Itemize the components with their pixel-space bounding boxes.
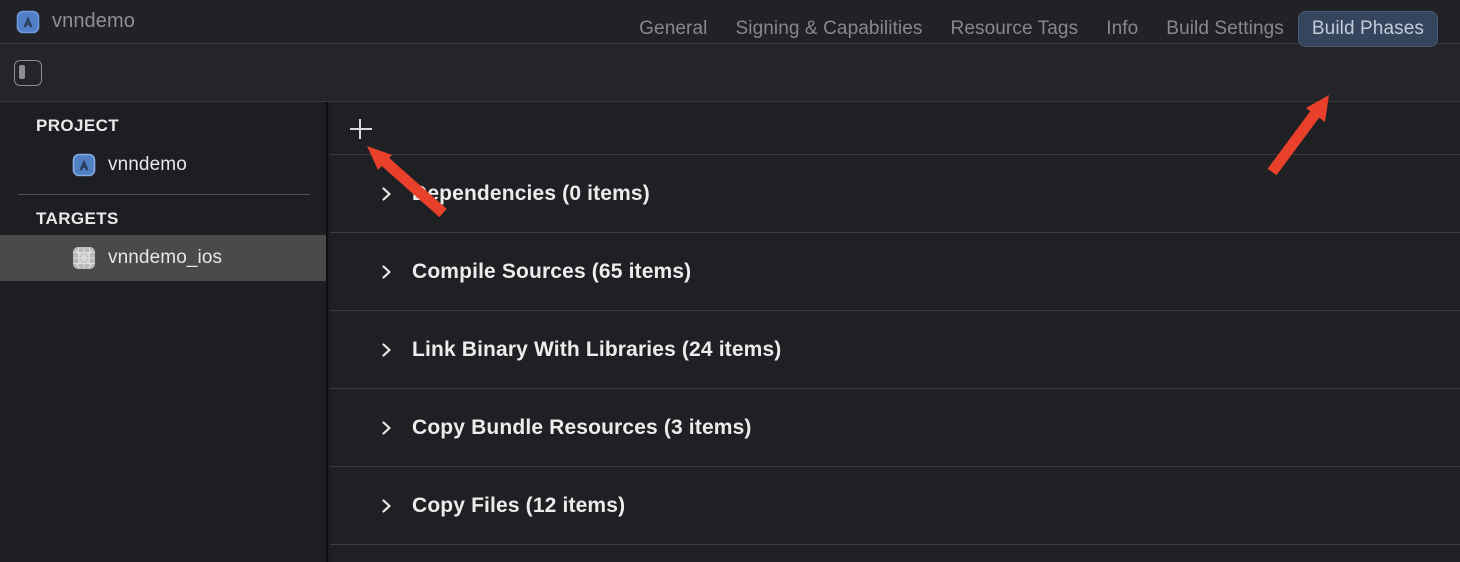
- build-phase-row-compile-sources[interactable]: Compile Sources (65 items): [330, 233, 1460, 311]
- build-phase-row-dependencies[interactable]: Dependencies (0 items): [330, 155, 1460, 233]
- appstore-icon: [16, 10, 40, 34]
- sidebar-item-project-vnndemo[interactable]: vnndemo: [0, 142, 326, 188]
- build-phase-label: Link Binary With Libraries (24 items): [412, 337, 782, 361]
- xcode-project-editor-window: vnndemo General Signing & Capabilities R…: [0, 0, 1460, 562]
- chevron-right-icon[interactable]: [380, 186, 394, 202]
- sidebar-item-label: vnndemo: [108, 154, 187, 175]
- build-phases-pane: Dependencies (0 items) Compile Sources (…: [330, 102, 1460, 562]
- build-phase-row-link-binary-with-libraries[interactable]: Link Binary With Libraries (24 items): [330, 311, 1460, 389]
- tab-general[interactable]: General: [625, 11, 721, 47]
- add-build-phase-button[interactable]: [346, 114, 376, 144]
- plus-icon-vertical: [359, 119, 361, 139]
- tab-list: General Signing & Capabilities Resource …: [625, 0, 1438, 58]
- build-phase-row-copy-files[interactable]: Copy Files (12 items): [330, 467, 1460, 545]
- chevron-right-icon[interactable]: [380, 498, 394, 514]
- build-phases-toolbar: [330, 102, 1460, 155]
- sidebar-toggle-icon[interactable]: [14, 60, 42, 86]
- build-phase-label: Dependencies (0 items): [412, 181, 650, 205]
- sidebar-item-label: vnndemo_ios: [108, 247, 223, 268]
- tab-build-settings[interactable]: Build Settings: [1152, 11, 1298, 47]
- tab-build-phases[interactable]: Build Phases: [1297, 11, 1438, 47]
- chevron-right-icon[interactable]: [380, 420, 394, 436]
- plus-icon: [350, 128, 372, 130]
- sidebar-toggle-bar: [19, 65, 25, 79]
- window-title: vnndemo: [52, 10, 135, 32]
- chevron-right-icon[interactable]: [380, 342, 394, 358]
- chevron-right-icon[interactable]: [380, 264, 394, 280]
- build-phase-row-copy-bundle-resources[interactable]: Copy Bundle Resources (3 items): [330, 389, 1460, 467]
- tab-resource-tags[interactable]: Resource Tags: [937, 11, 1093, 47]
- sidebar-section-project: PROJECT: [36, 116, 120, 135]
- tab-info[interactable]: Info: [1092, 11, 1152, 47]
- sidebar-item-target-vnndemo-ios[interactable]: vnndemo_ios: [0, 235, 326, 281]
- build-phase-label: Copy Files (12 items): [412, 493, 626, 517]
- sidebar-section-targets: TARGETS: [36, 209, 119, 228]
- appstore-icon: [72, 153, 96, 177]
- project-navigator-sidebar: PROJECT vnndemo TARGETS vnndemo_ios: [0, 102, 328, 562]
- target-grid-icon: [72, 246, 96, 270]
- build-phase-label: Copy Bundle Resources (3 items): [412, 415, 752, 439]
- tab-signing-capabilities[interactable]: Signing & Capabilities: [721, 11, 936, 47]
- build-phase-label: Compile Sources (65 items): [412, 259, 692, 283]
